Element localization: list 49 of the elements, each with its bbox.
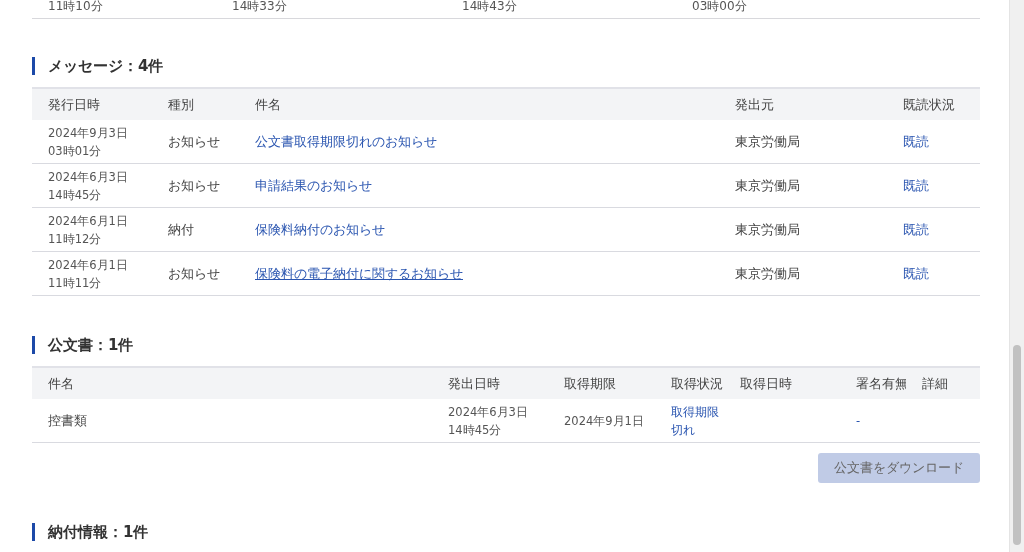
message-type: お知らせ: [168, 132, 221, 151]
date-text: 2024年6月1日: [48, 256, 129, 274]
date-text: 2024年6月1日: [48, 212, 129, 230]
date-text: 2024年6月3日: [448, 403, 529, 421]
message-type: 納付: [168, 220, 195, 239]
read-status-link[interactable]: 既読: [903, 265, 929, 281]
sender-text: 東京労働局: [735, 264, 801, 283]
date-text: 2024年6月3日: [48, 168, 129, 186]
read-status-link[interactable]: 既読: [903, 133, 929, 149]
time-text: 03時01分: [48, 142, 103, 160]
column-header: 発出元: [719, 87, 887, 120]
document-name: 控書類: [48, 411, 88, 430]
message-link[interactable]: 保険料の電子納付に関するお知らせ: [255, 265, 463, 281]
sender-text: 東京労働局: [735, 132, 801, 151]
read-status-link[interactable]: 既読: [903, 221, 929, 237]
time-text: 11時11分: [48, 274, 103, 292]
column-header: 取得期限: [548, 366, 655, 399]
column-header: 件名: [239, 87, 719, 120]
date-time-text: 03時00分: [692, 0, 748, 15]
date-time-text: 14時43分: [462, 0, 518, 15]
date-time-text: 14時33分: [232, 0, 288, 15]
status-link[interactable]: 取得期限 切れ: [671, 402, 724, 439]
signature-link[interactable]: -: [856, 413, 861, 428]
read-status-link[interactable]: 既読: [903, 177, 929, 193]
scrollbar-thumb[interactable]: [1013, 345, 1021, 545]
message-link[interactable]: 申請結果のお知らせ: [255, 177, 372, 193]
message-type: お知らせ: [168, 264, 221, 283]
time-text: 11時12分: [48, 230, 103, 248]
column-header: 取得状況: [655, 366, 724, 399]
deadline-text: 2024年9月1日: [564, 412, 645, 430]
section-heading: メッセージ：4件: [32, 57, 980, 75]
column-header: 既読状況: [887, 87, 980, 120]
date-time-text: 11時10分: [48, 0, 104, 15]
sender-text: 東京労働局: [735, 176, 801, 195]
date-text: 2024年9月3日: [48, 124, 129, 142]
column-header: 発出日時: [432, 366, 548, 399]
time-text: 14時45分: [448, 421, 503, 439]
column-header: 種別: [152, 87, 239, 120]
column-header: 取得日時: [724, 366, 840, 399]
column-header: 詳細: [906, 366, 980, 399]
section-heading: 公文書：1件: [32, 336, 980, 354]
time-text: 14時45分: [48, 186, 103, 204]
column-header: 発行日時: [32, 87, 152, 120]
message-type: お知らせ: [168, 176, 221, 195]
column-header: 件名: [32, 366, 432, 399]
message-link[interactable]: 公文書取得期限切れのお知らせ: [255, 133, 437, 149]
sender-text: 東京労働局: [735, 220, 801, 239]
section-heading: 納付情報：1件: [32, 523, 980, 541]
message-link[interactable]: 保険料納付のお知らせ: [255, 221, 385, 237]
